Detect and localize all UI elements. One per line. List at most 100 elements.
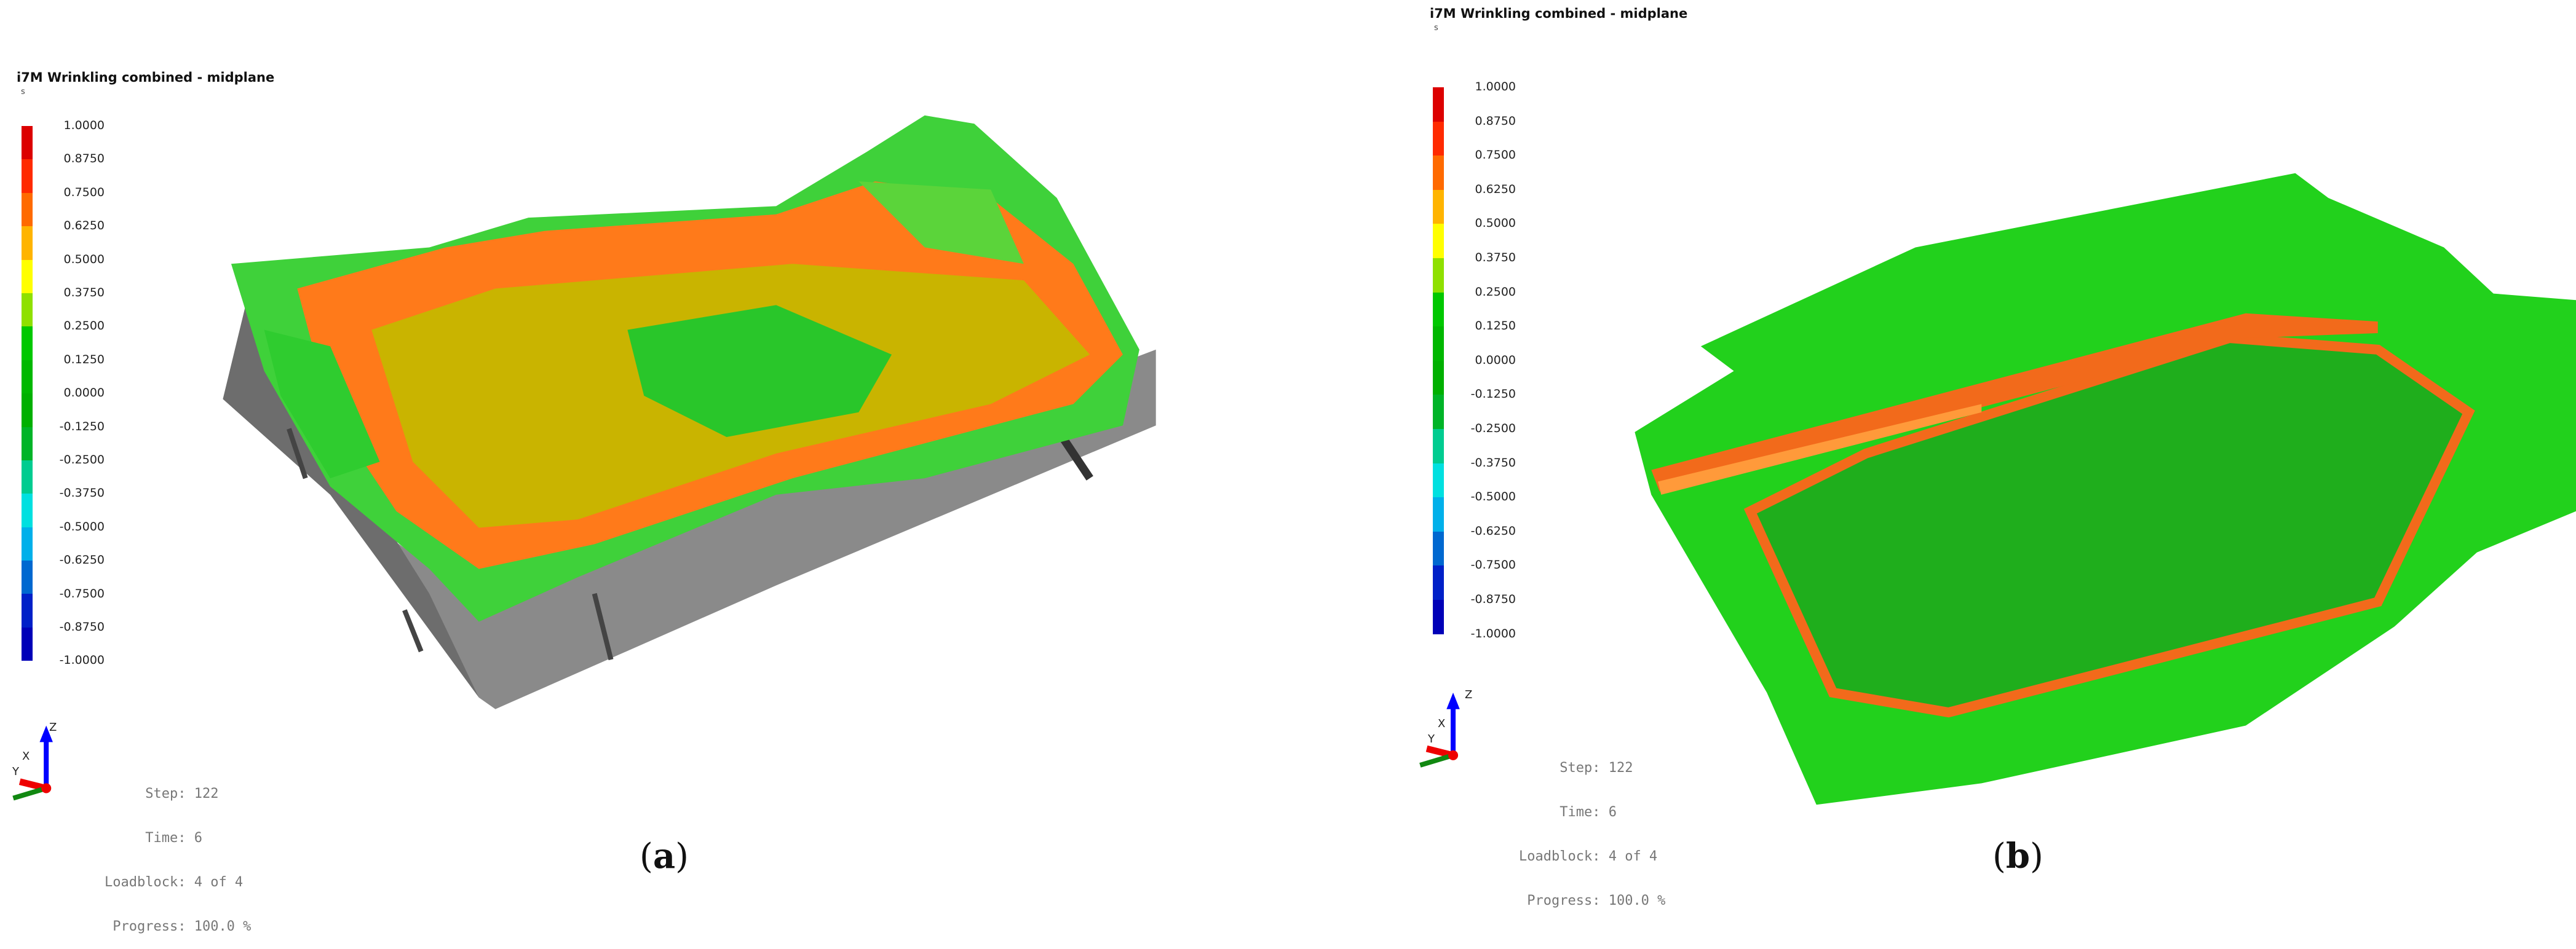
y-axis-label: Y (12, 765, 19, 778)
legend-tick-label: -0.3750 (1470, 455, 1516, 470)
z-axis-label: Z (49, 721, 57, 734)
legend-tick-label: 1.0000 (1475, 80, 1516, 93)
legend-tick-label: -1.0000 (59, 653, 105, 667)
color-band (1433, 428, 1444, 463)
color-band (1433, 292, 1444, 327)
color-band (1433, 463, 1444, 498)
y-axis-label: Y (1428, 733, 1435, 746)
legend-tick-label: 0.0000 (1475, 353, 1516, 367)
legend-tick-label: -0.8750 (1470, 593, 1516, 606)
axis-triad-a (12, 725, 53, 801)
step-label: Step: (1559, 760, 1601, 776)
legend-tick-label: 0.3750 (1475, 251, 1516, 264)
legend-tick-label: 0.3750 (63, 286, 105, 299)
color-band (1433, 326, 1444, 361)
color-band (22, 293, 33, 327)
color-band (22, 460, 33, 494)
legend-tick-label: -0.1250 (1470, 387, 1516, 401)
panel-a-title: i7M Wrinkling combined - midplane (17, 70, 275, 85)
time-label: Time: (145, 830, 186, 846)
color-band (22, 192, 33, 227)
legend-tick-label: 0.8750 (63, 152, 105, 166)
legend-tick-label: 0.2500 (1475, 285, 1516, 299)
color-band (22, 326, 33, 360)
legend-tick-label: 0.5000 (63, 252, 105, 266)
panel-a-status: Step: 122 Time: 6 Loadblock: 4 of 4 Prog… (105, 757, 256, 949)
legend-tick-label: -0.2500 (59, 453, 105, 467)
legend-tick-label: 0.6250 (1475, 182, 1516, 196)
color-band (22, 226, 33, 260)
legend-tick-label: 0.7500 (63, 185, 105, 199)
color-band (22, 561, 33, 594)
color-band (1433, 395, 1444, 429)
legend-tick-label: -0.7500 (59, 586, 105, 601)
x-axis-label: X (1438, 717, 1446, 730)
legend-tick-label: 0.5000 (1475, 216, 1516, 230)
simulation-views (12, 115, 2576, 805)
panel-a-unit: s (21, 87, 25, 96)
panel-a-model (223, 115, 1156, 709)
progress-label: Progress: (1527, 893, 1601, 908)
panel-b-unit: s (1434, 23, 1438, 33)
time-value: 6 (194, 830, 202, 846)
color-band (1433, 156, 1444, 190)
legend-tick-label: -0.5000 (59, 519, 105, 534)
legend-tick-label: 1.0000 (63, 119, 105, 132)
legend-tick-label: -0.3750 (59, 486, 105, 500)
color-band (1433, 258, 1444, 293)
color-band (22, 527, 33, 561)
legend-tick-label: 0.2500 (63, 319, 105, 333)
color-band (22, 594, 33, 628)
legend-tick-label: 0.8750 (1475, 114, 1516, 128)
caption-b: (b) (1992, 836, 2043, 876)
color-band (1433, 531, 1444, 566)
time-value: 6 (1608, 805, 1617, 820)
color-band (22, 360, 33, 394)
time-label: Time: (1559, 805, 1601, 820)
color-band (22, 126, 33, 160)
color-band (1433, 497, 1444, 532)
color-band (1433, 599, 1444, 634)
legend-tick-label: 0.0000 (63, 386, 105, 400)
loadblock-label: Loadblock: (105, 875, 186, 890)
legend-tick-label: -0.7500 (1470, 558, 1516, 572)
color-band (1433, 87, 1444, 122)
loadblock-value: 4 of 4 (1608, 849, 1658, 864)
color-scale-bar (22, 126, 33, 661)
color-band (22, 627, 33, 661)
step-label: Step: (145, 786, 186, 801)
legend-tick-label: -0.2500 (1470, 422, 1516, 435)
legend-tick-label: 0.1250 (1475, 319, 1516, 333)
color-band (22, 159, 33, 193)
legend-tick-label: -0.5000 (1470, 490, 1516, 504)
color-band (22, 393, 33, 427)
legend-tick-label: -0.1250 (59, 419, 105, 433)
caption-a: (a) (640, 836, 689, 876)
legend-tick-label: -0.8750 (59, 620, 105, 634)
legend-tick-label: 0.1250 (63, 352, 105, 366)
color-band (1433, 565, 1444, 600)
legend-tick-label: -1.0000 (1470, 626, 1516, 640)
legend-tick-label: -0.6250 (1470, 524, 1516, 538)
color-scale-bar (1433, 87, 1444, 634)
color-band (22, 427, 33, 460)
color-band (1433, 224, 1444, 258)
legend-tick-label: 0.6250 (63, 219, 105, 233)
loadblock-value: 4 of 4 (194, 875, 244, 890)
progress-value: 100.0 % (1608, 893, 1666, 908)
panel-b-title: i7M Wrinkling combined - midplane (1430, 6, 1688, 21)
x-axis-label: X (22, 750, 30, 763)
color-band (22, 494, 33, 527)
progress-value: 100.0 % (194, 919, 252, 934)
progress-label: Progress: (113, 919, 186, 934)
legend-tick-label: -0.6250 (59, 553, 105, 567)
step-value: 122 (194, 786, 219, 801)
legend-tick-label: 0.7500 (1475, 148, 1516, 162)
color-band (1433, 360, 1444, 395)
panel-b-status: Step: 122 Time: 6 Loadblock: 4 of 4 Prog… (1519, 731, 1670, 923)
z-axis-label: Z (1465, 688, 1473, 701)
color-band (1433, 121, 1444, 156)
panel-b-model (1635, 173, 2576, 805)
color-band (1433, 189, 1444, 224)
loadblock-label: Loadblock: (1519, 849, 1601, 864)
